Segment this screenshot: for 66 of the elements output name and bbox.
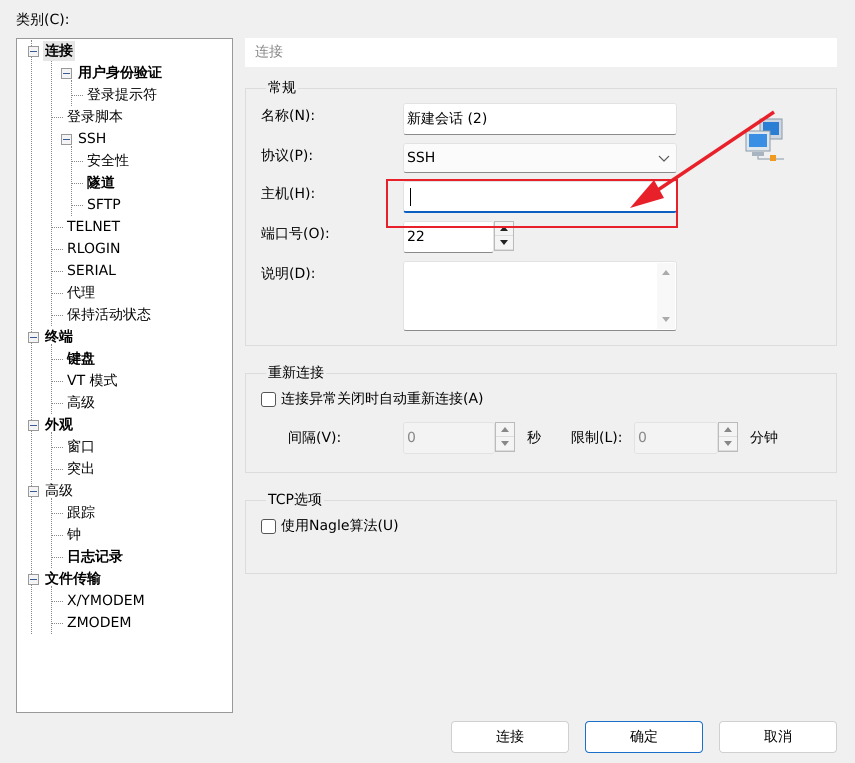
checkbox-label[interactable]: 使用Nagle算法(U) bbox=[281, 517, 399, 535]
field-label: 协议(P): bbox=[261, 147, 314, 166]
tree-item[interactable]: 键盘 bbox=[65, 349, 97, 369]
page-title: 连接 bbox=[245, 38, 837, 67]
scrollbar[interactable] bbox=[657, 263, 675, 329]
tree-item[interactable]: 保持活动状态 bbox=[65, 305, 153, 325]
tree-item[interactable]: SFTP bbox=[85, 195, 123, 215]
group-title: TCP选项 bbox=[267, 491, 323, 509]
protocol-dropdown[interactable]: SSH bbox=[403, 143, 677, 173]
chevron-down-icon bbox=[658, 155, 670, 163]
category-label: 类别(C): bbox=[16, 11, 70, 30]
unit-label: 分钟 bbox=[750, 429, 778, 447]
tree-item[interactable]: 代理 bbox=[65, 283, 97, 303]
unit-label: 秒 bbox=[527, 429, 541, 447]
field-label: 名称(N): bbox=[261, 107, 316, 126]
tree-item[interactable]: 日志记录 bbox=[65, 547, 125, 567]
tree-item[interactable]: VT 模式 bbox=[65, 371, 120, 391]
collapse-icon[interactable] bbox=[61, 134, 72, 144]
tree-item[interactable]: SERIAL bbox=[65, 261, 118, 281]
checkbox[interactable] bbox=[261, 518, 276, 534]
group-title: 常规 bbox=[267, 79, 297, 97]
field-label: 限制(L): bbox=[571, 429, 624, 447]
dialog-button[interactable]: 取消 bbox=[719, 721, 837, 753]
checkbox-label[interactable]: 连接异常关闭时自动重新连接(A) bbox=[281, 390, 484, 408]
tree-item[interactable]: 连接 bbox=[43, 41, 75, 61]
field-label: 主机(H): bbox=[261, 185, 316, 204]
tree-item[interactable]: 文件传输 bbox=[43, 569, 103, 589]
tree-item[interactable]: 用户身份验证 bbox=[76, 63, 164, 83]
collapse-icon[interactable] bbox=[28, 420, 39, 430]
category-tree[interactable]: 连接 用户身份验证 登录提示符 登录脚本 SSH 安全性 隧道 SFTP TELNET RLOGIN SERIAL 代理 保持活动状态 终端 键盘 VT 模式 高级 外观 窗口 突出 高级 跟踪 钟 日志记录 文件传输 X/YMODEM ZMODEM bbox=[16, 38, 233, 713]
tree-item[interactable]: TELNET bbox=[65, 217, 122, 237]
tree-item[interactable]: 突出 bbox=[65, 459, 97, 479]
tree-item[interactable]: 高级 bbox=[65, 393, 97, 413]
tree-item[interactable]: SSH bbox=[76, 129, 108, 149]
field-label: 端口号(O): bbox=[261, 225, 331, 244]
tree-item[interactable]: 窗口 bbox=[65, 437, 97, 457]
tree-item[interactable]: 登录提示符 bbox=[85, 85, 159, 105]
field-label: 间隔(V): bbox=[288, 429, 342, 447]
dialog-button[interactable]: 确定 bbox=[585, 721, 703, 753]
collapse-icon[interactable] bbox=[28, 46, 39, 56]
tree-item[interactable]: 登录脚本 bbox=[65, 107, 125, 127]
tree-item[interactable]: 高级 bbox=[43, 481, 75, 501]
collapse-icon[interactable] bbox=[28, 574, 39, 584]
spin-buttons[interactable] bbox=[494, 221, 514, 251]
tree-item[interactable]: 外观 bbox=[43, 415, 75, 435]
collapse-icon[interactable] bbox=[28, 332, 39, 342]
computers-icon bbox=[744, 117, 786, 161]
tree-item[interactable]: ZMODEM bbox=[65, 613, 134, 633]
tree-item[interactable]: 安全性 bbox=[85, 151, 131, 171]
tree-item[interactable]: 钟 bbox=[65, 525, 83, 545]
input-field[interactable]: 新建会话 (2) bbox=[403, 103, 677, 135]
collapse-icon[interactable] bbox=[61, 68, 72, 78]
field-label: 说明(D): bbox=[261, 265, 316, 284]
port-field[interactable]: 22 bbox=[403, 221, 494, 253]
tree-item[interactable]: RLOGIN bbox=[65, 239, 122, 259]
checkbox[interactable] bbox=[261, 392, 276, 406]
spin-buttons bbox=[495, 422, 515, 452]
tree-item[interactable]: 跟踪 bbox=[65, 503, 97, 523]
dialog-button[interactable]: 连接 bbox=[451, 721, 569, 753]
description-field[interactable] bbox=[403, 261, 677, 331]
tree-item[interactable]: X/YMODEM bbox=[65, 591, 147, 611]
tree-item[interactable]: 隧道 bbox=[85, 173, 117, 193]
spin-buttons bbox=[718, 422, 738, 452]
group-title: 重新连接 bbox=[267, 364, 325, 382]
tree-item[interactable]: 终端 bbox=[43, 327, 75, 347]
collapse-icon[interactable] bbox=[28, 486, 39, 496]
